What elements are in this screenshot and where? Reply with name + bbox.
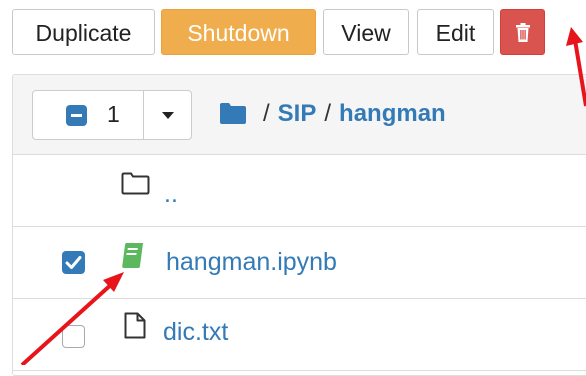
list-item-notebook[interactable]: hangman.ipynb	[13, 227, 586, 299]
chevron-down-icon[interactable]	[162, 112, 174, 119]
file-icon	[124, 312, 146, 339]
list-item-parent-directory[interactable]: ..	[13, 155, 586, 227]
breadcrumb-separator: /	[324, 100, 332, 127]
folder-outline-icon	[121, 172, 150, 195]
file-name-link[interactable]: dic.txt	[163, 318, 228, 347]
breadcrumb-item-sip[interactable]: SIP	[278, 100, 317, 127]
file-name-link[interactable]: ..	[164, 180, 178, 209]
row-checkbox[interactable]	[62, 251, 85, 274]
breadcrumb: / SIP / hangman	[220, 96, 446, 132]
duplicate-button[interactable]: Duplicate	[12, 9, 155, 55]
select-all-partial-checkbox[interactable]	[66, 105, 87, 126]
breadcrumb-item-hangman[interactable]: hangman	[339, 100, 446, 127]
annotation-arrowhead	[566, 27, 583, 46]
file-list-panel: 1 / SIP / hangman .. hangman.ipynb dic.tx…	[12, 74, 586, 376]
dropdown-divider	[143, 91, 144, 139]
delete-button[interactable]	[500, 9, 545, 55]
shutdown-button[interactable]: Shutdown	[161, 9, 316, 55]
selection-dropdown[interactable]: 1	[32, 90, 192, 140]
file-name-link[interactable]: hangman.ipynb	[166, 248, 337, 277]
folder-icon[interactable]	[220, 103, 246, 124]
breadcrumb-separator: /	[263, 100, 270, 127]
checkmark-icon	[65, 256, 82, 269]
file-list-header: 1 / SIP / hangman	[13, 75, 586, 155]
selected-count: 1	[107, 101, 120, 127]
list-item-text-file[interactable]: dic.txt	[13, 299, 586, 371]
view-button[interactable]: View	[323, 9, 409, 55]
row-checkbox[interactable]	[62, 325, 85, 348]
trash-icon	[516, 23, 530, 42]
notebook-icon	[122, 243, 143, 268]
edit-button[interactable]: Edit	[417, 9, 494, 55]
